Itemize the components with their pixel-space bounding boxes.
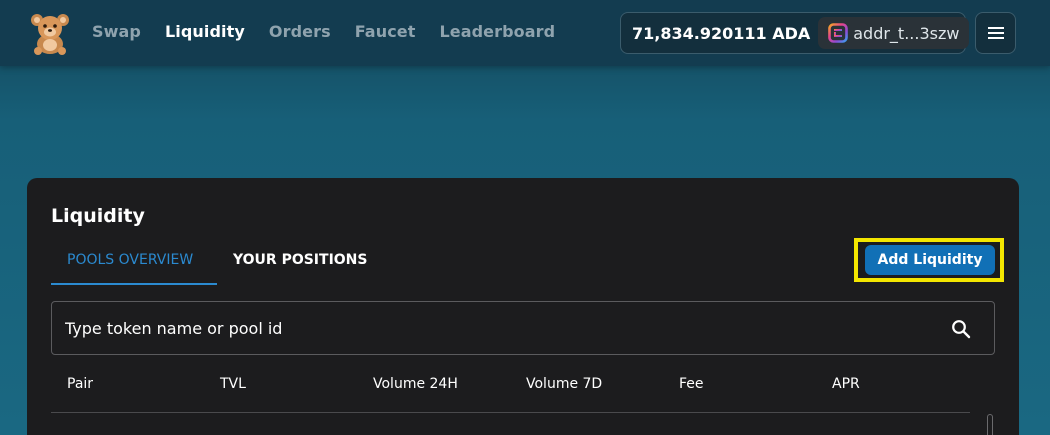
search-icon[interactable] — [951, 319, 971, 339]
nav-faucet[interactable]: Faucet — [355, 22, 416, 41]
hamburger-menu-icon — [987, 27, 1004, 39]
column-header-tvl[interactable]: TVL — [220, 376, 246, 392]
search-box — [51, 301, 995, 355]
nav-liquidity[interactable]: Liquidity — [165, 22, 245, 41]
teddy-bear-logo-icon[interactable] — [28, 11, 72, 55]
column-header-fee[interactable]: Fee — [679, 376, 704, 392]
main-nav: Swap Liquidity Orders Faucet Leaderboard — [92, 22, 579, 41]
nav-orders[interactable]: Orders — [269, 22, 331, 41]
tab-your-positions[interactable]: YOUR POSITIONS — [233, 252, 367, 268]
nav-leaderboard[interactable]: Leaderboard — [439, 22, 555, 41]
eternl-wallet-icon — [828, 23, 849, 43]
top-navbar: Swap Liquidity Orders Faucet Leaderboard… — [0, 0, 1050, 66]
column-header-volume-24h[interactable]: Volume 24H — [373, 376, 458, 392]
column-header-apr[interactable]: APR — [832, 376, 860, 392]
wallet-widget[interactable]: 71,834.920111 ADA addr_t...3szw — [620, 12, 970, 54]
table-header-divider — [51, 412, 970, 413]
page-title: Liquidity — [51, 205, 145, 227]
nav-swap[interactable]: Swap — [92, 22, 141, 41]
tab-pools-overview[interactable]: POOLS OVERVIEW — [67, 252, 193, 268]
column-header-volume-7d[interactable]: Volume 7D — [526, 376, 602, 392]
active-tab-indicator — [51, 283, 217, 285]
wallet-balance: 71,834.920111 ADA — [632, 23, 811, 43]
column-header-pair[interactable]: Pair — [67, 376, 93, 392]
menu-button[interactable] — [975, 12, 1016, 54]
table-scrollbar[interactable] — [987, 414, 993, 435]
search-input[interactable] — [52, 302, 932, 354]
add-liquidity-button[interactable]: Add Liquidity — [865, 245, 995, 275]
liquidity-card: Liquidity POOLS OVERVIEW YOUR POSITIONS … — [27, 178, 1019, 435]
wallet-address: addr_t...3szw — [853, 23, 960, 43]
wallet-address-pill[interactable]: addr_t...3szw — [818, 17, 970, 49]
